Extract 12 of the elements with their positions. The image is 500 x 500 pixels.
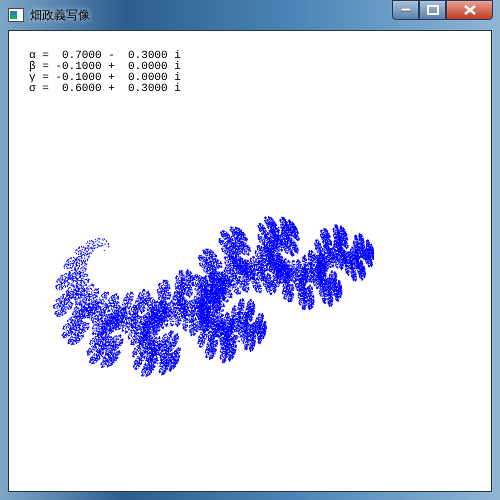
app-icon [8,8,24,22]
minimize-button[interactable] [392,0,419,20]
parameter-line: γ = -0.1000 + 0.0000 i [29,73,181,84]
parameter-line: α = 0.7000 - 0.3000 i [29,51,181,62]
close-icon [464,5,476,15]
parameter-line: σ = 0.6000 + 0.3000 i [29,84,181,95]
close-button[interactable] [446,0,493,20]
maximize-icon [426,5,438,15]
minimize-icon [400,8,410,12]
maximize-button[interactable] [419,0,446,20]
parameter-line: β = -0.1000 + 0.0000 i [29,62,181,73]
window-title: 畑政義写像 [30,6,90,24]
